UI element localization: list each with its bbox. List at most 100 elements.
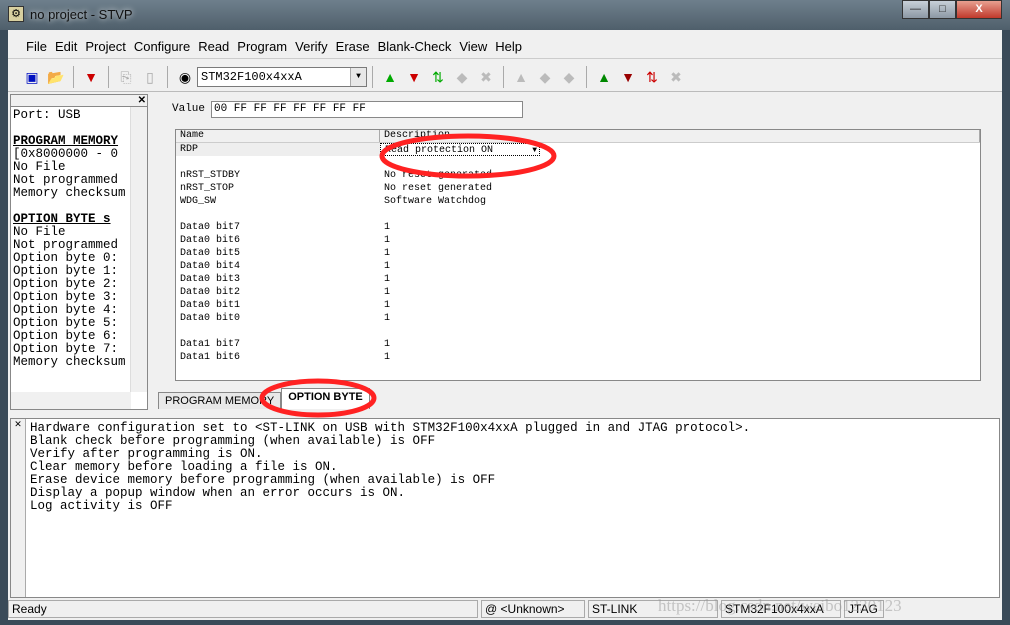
menu-erase[interactable]: Erase — [332, 35, 374, 58]
table-row[interactable]: Data0 bit6 1 — [176, 234, 980, 247]
chip-program-icon[interactable]: ▼ — [81, 67, 101, 87]
table-row[interactable]: nRST_STDBY No reset generated — [176, 169, 980, 182]
table-row[interactable]: Data0 bit7 1 — [176, 221, 980, 234]
close-button[interactable]: X — [956, 0, 1002, 19]
main-window: File Edit Project Configure Read Program… — [8, 30, 1002, 620]
chevron-down-icon[interactable]: ▼ — [350, 67, 366, 86]
open-icon[interactable]: 📂 — [46, 67, 66, 87]
row-name: Data0 bit7 — [180, 222, 241, 233]
table-row[interactable] — [176, 325, 980, 338]
device-icon[interactable]: ◉ — [175, 67, 195, 87]
row-description[interactable]: Read protection ON ▼ — [380, 143, 540, 156]
table-row[interactable]: Data0 bit2 1 — [176, 286, 980, 299]
row-description — [380, 325, 384, 338]
row-name: Data0 bit6 — [180, 235, 241, 246]
menu-help[interactable]: Help — [491, 35, 526, 58]
save-icon[interactable]: ▣ — [22, 67, 42, 87]
row-description: 1 — [384, 300, 391, 311]
tab-option-byte[interactable]: OPTION BYTE — [281, 388, 370, 409]
row-description: 1 — [384, 313, 391, 324]
table-row[interactable]: Data0 bit3 1 — [176, 273, 980, 286]
erase-current-icon[interactable]: ◆ — [452, 67, 472, 87]
row-description: 1 — [384, 339, 391, 350]
row-name — [176, 156, 380, 169]
row-name: nRST_STOP — [180, 183, 235, 194]
row-description: No reset generated — [384, 170, 493, 181]
rdp-dropdown-arrow-icon[interactable]: ▼ — [532, 144, 537, 157]
read-option-icon[interactable]: ▲ — [594, 67, 614, 87]
blank-check-icon[interactable]: ✖ — [476, 67, 496, 87]
tab-program-memory[interactable]: PROGRAM MEMORY — [158, 392, 282, 409]
read-all-icon[interactable]: ▲ — [511, 67, 531, 87]
row-description — [380, 156, 384, 169]
close-panel-icon[interactable]: ✕ — [138, 95, 146, 106]
row-description: 1 — [384, 248, 391, 259]
table-row[interactable]: Data0 bit5 1 — [176, 247, 980, 260]
table-row[interactable]: nRST_STOP No reset generated — [176, 182, 980, 195]
verify-current-icon[interactable]: ⇅ — [428, 67, 448, 87]
row-name — [176, 208, 380, 221]
info-line: Memory checksum — [13, 186, 125, 200]
info-line: Memory checksum — [13, 355, 125, 369]
table-row[interactable]: WDG_SW Software Watchdog — [176, 195, 980, 208]
menu-bar: File Edit Project Configure Read Program… — [8, 35, 1002, 59]
value-label: Value — [172, 103, 206, 115]
menu-edit[interactable]: Edit — [51, 35, 81, 58]
window-title: no project - STVP — [30, 7, 133, 22]
row-description: Software Watchdog — [384, 196, 487, 207]
row-name — [176, 325, 380, 338]
table-row[interactable]: Data0 bit1 1 — [176, 299, 980, 312]
row-name: Data0 bit1 — [180, 300, 241, 311]
copy-icon[interactable]: ⎘ — [116, 67, 136, 87]
program-current-icon[interactable]: ▼ — [404, 67, 424, 87]
table-row[interactable] — [176, 208, 980, 221]
paste-icon[interactable]: ▯ — [140, 67, 160, 87]
row-name: Data1 bit7 — [180, 339, 241, 350]
menu-blank-check[interactable]: Blank-Check — [374, 35, 456, 58]
verify-all-icon[interactable]: ◆ — [559, 67, 579, 87]
option-byte-table: Name Description RDP Read protection ON ▼ n… — [175, 129, 981, 381]
row-name: Data0 bit2 — [180, 287, 241, 298]
menu-view[interactable]: View — [455, 35, 491, 58]
table-row[interactable]: Data1 bit7 1 — [176, 338, 980, 351]
info-horizontal-scrollbar[interactable] — [11, 392, 131, 409]
erase-option-icon[interactable]: ✖ — [666, 67, 686, 87]
row-description: 1 — [384, 235, 391, 246]
menu-project[interactable]: Project — [81, 35, 129, 58]
log-line: Log activity is OFF — [30, 499, 173, 513]
watermark: https://blog.csdn.net/weibo1230123 — [658, 596, 902, 615]
menu-program[interactable]: Program — [233, 35, 291, 58]
program-option-icon[interactable]: ▼ — [618, 67, 638, 87]
value-input[interactable]: 00 FF FF FF FF FF FF FF — [211, 101, 523, 118]
program-all-icon[interactable]: ◆ — [535, 67, 555, 87]
menu-read[interactable]: Read — [194, 35, 233, 58]
row-description: 1 — [384, 287, 391, 298]
info-vertical-scrollbar[interactable] — [130, 107, 147, 392]
info-text: Port: USB PROGRAM MEMORY [0x8000000 - 0 No … — [13, 109, 125, 369]
row-name: Data0 bit5 — [180, 248, 241, 259]
info-panel: ✕ Port: USB PROGRAM MEMORY [0x8000000 - 0N… — [10, 94, 148, 410]
column-header-description[interactable]: Description — [380, 130, 980, 142]
row-name: Data0 bit0 — [180, 313, 241, 324]
row-name: RDP — [176, 143, 380, 156]
maximize-button[interactable]: □ — [929, 0, 956, 19]
read-current-icon[interactable]: ▲ — [380, 67, 400, 87]
device-select[interactable]: STM32F100x4xxA ▼ — [197, 66, 367, 87]
row-name: WDG_SW — [180, 196, 217, 207]
toolbar: ▣ 📂 ▼ ⎘ ▯ ◉ STM32F100x4xxA ▼ ▲ ▼ ⇅ ◆ ✖ ▲ … — [8, 62, 1002, 92]
menu-verify[interactable]: Verify — [291, 35, 332, 58]
menu-file[interactable]: File — [22, 35, 51, 58]
table-row[interactable] — [176, 156, 980, 169]
column-header-name[interactable]: Name — [176, 130, 380, 142]
minimize-button[interactable]: — — [902, 0, 929, 19]
verify-option-icon[interactable]: ⇅ — [642, 67, 662, 87]
menu-configure[interactable]: Configure — [130, 35, 194, 58]
row-description: No reset generated — [384, 183, 493, 194]
row-description: 1 — [384, 222, 391, 233]
table-row[interactable]: Data0 bit4 1 — [176, 260, 980, 273]
table-row[interactable]: Data1 bit6 1 — [176, 351, 980, 364]
app-icon: ⚙ — [8, 6, 24, 22]
table-row[interactable]: RDP Read protection ON ▼ — [176, 143, 980, 156]
close-log-icon[interactable]: ✕ — [11, 419, 26, 597]
table-row[interactable]: Data0 bit0 1 — [176, 312, 980, 325]
